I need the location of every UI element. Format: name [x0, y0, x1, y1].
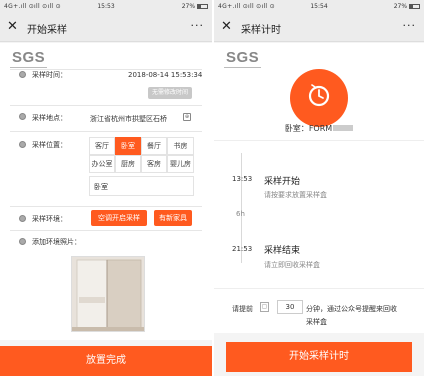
sampling-form: SGS 采样时间： 2018-08-14 15:53:34 无需修改时间 采样地… [0, 43, 212, 340]
position-label: 采样位置： [32, 141, 67, 149]
status-bar: 4G+.ıll ⊙ıll ⊙ıll ⊙ 15:54 27% [214, 0, 424, 14]
end-title: 采样结束 [264, 246, 301, 256]
time-value: 2018-08-14 15:53:34 [128, 71, 203, 79]
reminder-minutes-input[interactable]: 30 [277, 300, 303, 314]
more-icon[interactable]: ··· [403, 19, 417, 32]
environment-icon [19, 215, 26, 222]
camera-icon [19, 238, 26, 245]
sampling-timer-screen: 4G+.ıll ⊙ıll ⊙ıll ⊙ 15:54 27% ✕ 采样计时 ···… [214, 0, 424, 376]
close-icon[interactable]: ✕ [7, 19, 18, 35]
room-value: FORM [308, 124, 333, 133]
position-option-selected[interactable]: 卧室 [115, 137, 141, 155]
start-title: 采样开始 [264, 177, 301, 187]
position-option[interactable]: 书房 [167, 137, 194, 155]
reminder-suffix: 分钟，通过公众号提醒来回收 [306, 305, 397, 313]
wardrobe-photo-image [72, 257, 144, 331]
page-title: 开始采样 [27, 25, 67, 36]
position-option[interactable]: 客厅 [89, 137, 115, 155]
photo-label: 添加环境照片： [32, 238, 81, 246]
divider [214, 288, 424, 289]
position-value-box: 卧室 [89, 176, 194, 196]
position-option[interactable]: 办公室 [89, 155, 115, 173]
divider [214, 140, 424, 141]
start-time: 13:53 [232, 175, 253, 183]
environment-photo[interactable] [71, 256, 145, 332]
nav-bar: ✕ 采样计时 ··· [214, 14, 424, 42]
page-title: 采样计时 [241, 25, 281, 36]
placement-complete-button[interactable]: 放置完成 [0, 346, 212, 376]
timer-icon [290, 69, 348, 127]
time-label: 采样时间： [32, 71, 67, 79]
reminder-suffix-2: 采样盒 [306, 318, 327, 326]
sgs-logo: SGS [224, 49, 262, 68]
position-option[interactable]: 厨房 [115, 155, 141, 173]
location-label: 采样地点： [32, 114, 67, 122]
position-option[interactable]: 婴儿房 [167, 155, 194, 173]
timer-panel: SGS 卧室：FORM 13:53 采样开始 请按要求放置采样盒 6h 21:5… [214, 43, 424, 333]
sampling-start-screen: 4G+.ıll ⊙ıll ⊙ıll ⊙ 15:53 27% ✕ 开始采样 ···… [0, 0, 212, 376]
battery-indicator: 27% [182, 3, 208, 10]
position-grid: 客厅 卧室 餐厅 书房 办公室 厨房 客房 婴儿房 卧室 [89, 137, 194, 203]
status-bar: 4G+.ıll ⊙ıll ⊙ıll ⊙ 15:53 27% [0, 0, 212, 14]
position-option[interactable]: 客房 [141, 155, 167, 173]
redacted-mark [333, 125, 354, 131]
calendar-icon: ▢ [260, 302, 269, 312]
position-value: 卧室 [94, 183, 108, 191]
new-furniture-button[interactable]: 有新家具 [154, 210, 192, 226]
end-desc: 请立即回收采样盒 [264, 261, 320, 269]
position-option[interactable]: 餐厅 [141, 137, 167, 155]
room-info: 卧室：FORM [214, 123, 424, 134]
room-label: 卧室： [284, 124, 309, 133]
more-icon[interactable]: ··· [191, 19, 205, 32]
end-time: 21:53 [232, 245, 253, 253]
timer-glyph [308, 84, 330, 107]
duration-label: 6h [236, 210, 245, 218]
status-time: 15:53 [97, 3, 115, 10]
ac-sampling-button[interactable]: 空调开启采样 [91, 210, 147, 226]
start-timer-button[interactable]: 开始采样计时 [226, 342, 412, 372]
location-value: 浙江省杭州市拱墅区石桥 [90, 115, 167, 123]
start-desc: 请按要求放置采样盒 [264, 191, 327, 199]
battery-indicator: 27% [394, 3, 420, 10]
status-time: 15:54 [310, 3, 328, 10]
clock-icon [19, 71, 26, 78]
environment-label: 采样环境： [32, 215, 67, 223]
no-modify-time-button[interactable]: 无需修改时间 [148, 87, 192, 99]
position-icon [19, 141, 26, 148]
close-icon[interactable]: ✕ [221, 19, 232, 35]
location-icon[interactable]: ⊕ [183, 113, 191, 121]
nav-bar: ✕ 开始采样 ··· [0, 14, 212, 42]
reminder-prefix: 请提前 [232, 305, 253, 313]
sgs-logo: SGS [10, 49, 48, 68]
location-pin-icon [19, 113, 26, 120]
